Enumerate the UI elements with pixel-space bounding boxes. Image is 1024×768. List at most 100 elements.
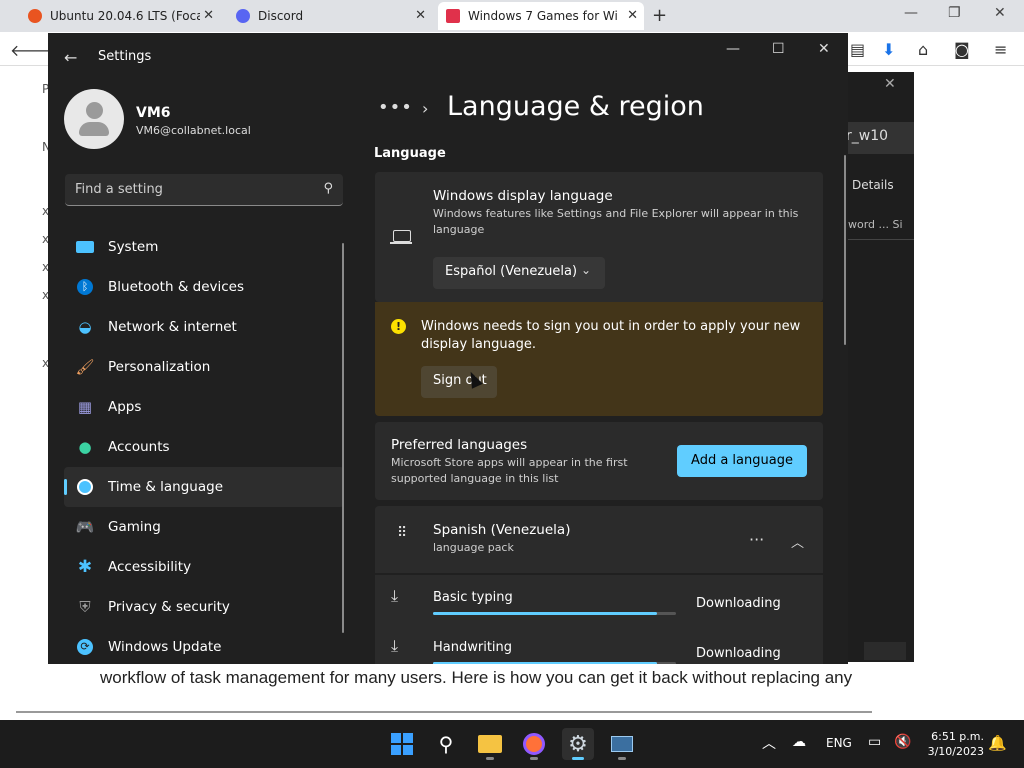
home-icon[interactable]: ⌂ (918, 40, 928, 59)
file-explorer-button[interactable] (474, 728, 506, 760)
view-toggle[interactable] (864, 642, 906, 660)
globe-clock-icon (74, 478, 96, 496)
close-icon[interactable]: ✕ (203, 8, 214, 23)
browser-tab-ubuntu[interactable]: Ubuntu 20.04.6 LTS (Focal Fo ✕ (20, 2, 220, 30)
page-title: Language & region (447, 91, 704, 122)
minimize-icon[interactable]: — (904, 5, 918, 21)
browser-tab-discord[interactable]: Discord ✕ (228, 2, 432, 30)
search-button[interactable]: ⚲ (430, 728, 462, 760)
discord-icon (236, 9, 250, 23)
clock-date: 3/10/2023 (927, 745, 984, 758)
horizontal-scrollbar[interactable] (16, 711, 872, 713)
nav-label: Personalization (108, 359, 211, 375)
clock-time: 6:51 p.m. (931, 730, 984, 743)
content-scrollbar[interactable] (844, 155, 846, 345)
ubuntu-icon (28, 9, 42, 23)
feature-row-basic-typing: ⤓ Basic typing Downloading (375, 576, 823, 626)
nav-item-network[interactable]: ◒ Network & internet (64, 307, 344, 347)
running-indicator (486, 757, 494, 760)
cloud-icon[interactable]: ☁ (792, 734, 806, 750)
brush-icon: 🖌 (75, 358, 95, 376)
dropdown-value: Español (Venezuela) (445, 264, 578, 279)
notification-bell-icon[interactable]: 🔔 (988, 734, 1007, 752)
search-box[interactable]: ⚲ (65, 174, 343, 206)
close-icon[interactable]: ✕ (884, 76, 896, 92)
volume-muted-icon[interactable]: 🔇 (894, 734, 911, 750)
feature-row-handwriting: ⤓ Handwriting Downloading (375, 626, 823, 664)
nav-item-system[interactable]: System (64, 227, 344, 267)
breadcrumb-more[interactable]: ••• (378, 97, 413, 118)
browser-tab-windows-games[interactable]: Windows 7 Games for Wind ✕ (438, 2, 644, 30)
progress-bar (433, 612, 676, 615)
display-language-card: Windows display language Windows feature… (375, 172, 823, 302)
settings-taskbar-button[interactable]: ⚙ (562, 728, 594, 760)
back-arrow-icon[interactable]: 🡐 (10, 40, 53, 60)
close-icon[interactable]: ✕ (415, 8, 426, 23)
nav-scrollbar[interactable] (342, 243, 344, 633)
nav-label: Accounts (108, 439, 170, 455)
maximize-icon[interactable]: ☐ (772, 41, 785, 57)
nav-item-privacy[interactable]: ⛨ Privacy & security (64, 587, 344, 627)
start-button[interactable] (386, 728, 418, 760)
wifi-icon: ◒ (78, 318, 92, 336)
site-icon (446, 9, 460, 23)
nav-label: Accessibility (108, 559, 192, 575)
display-language-title: Windows display language (433, 188, 613, 204)
menu-icon[interactable]: ≡ (994, 40, 1007, 59)
nav-label: Time & language (108, 479, 224, 495)
nav-label: Gaming (108, 519, 161, 535)
nav-item-bluetooth[interactable]: ᛒ Bluetooth & devices (64, 267, 344, 307)
nav-label: Network & internet (108, 319, 237, 335)
nav-item-accounts[interactable]: ● Accounts (64, 427, 344, 467)
search-input[interactable] (65, 174, 305, 204)
feature-name: Handwriting (433, 640, 513, 655)
divider (375, 573, 823, 575)
sign-out-button[interactable]: Sign out (421, 366, 497, 398)
download-icon: ⤓ (391, 586, 399, 605)
firefox-button[interactable] (518, 728, 550, 760)
progress-bar (433, 662, 676, 664)
nav-item-windows-update[interactable]: ⟳ Windows Update (64, 627, 344, 664)
close-icon[interactable]: ✕ (627, 8, 638, 23)
task-manager-button[interactable] (606, 728, 638, 760)
reader-icon[interactable]: ▤ (850, 40, 865, 59)
nav-item-apps[interactable]: ▦ Apps (64, 387, 344, 427)
section-label: Language (374, 146, 446, 161)
nav-item-personalization[interactable]: 🖌 Personalization (64, 347, 344, 387)
avatar-head (86, 102, 103, 119)
nav-label: System (108, 239, 159, 255)
windows-logo-icon (391, 733, 413, 755)
nav-item-gaming[interactable]: 🎮 Gaming (64, 507, 344, 547)
more-options-icon[interactable]: ··· (749, 530, 764, 549)
chevron-up-icon[interactable]: ︿ (791, 532, 804, 551)
restore-icon[interactable]: ❐ (948, 5, 961, 21)
avatar[interactable] (64, 89, 124, 149)
display-language-dropdown[interactable]: Español (Venezuela) ⌄ (433, 257, 605, 289)
language-item-card: ⠿ Spanish (Venezuela) language pack ··· … (375, 506, 823, 664)
minimize-icon[interactable]: — (726, 41, 740, 57)
add-language-button[interactable]: Add a language (677, 445, 807, 477)
tab-title: Windows 7 Games for Wind (468, 9, 618, 23)
input-language[interactable]: ENG (826, 736, 852, 750)
close-icon[interactable]: ✕ (818, 41, 830, 57)
nav-item-time-language[interactable]: Time & language (64, 467, 344, 507)
search-icon[interactable]: ⚲ (323, 181, 333, 196)
clock[interactable]: 6:51 p.m. 3/10/2023 (918, 729, 984, 759)
network-icon[interactable]: ▭ (868, 734, 881, 750)
preferred-languages-title: Preferred languages (391, 437, 528, 453)
pocket-icon[interactable]: ◙ (954, 40, 970, 59)
sync-icon: ⟳ (74, 638, 96, 656)
chart-icon (611, 736, 633, 752)
chevron-up-icon[interactable]: ︿ (762, 733, 776, 753)
avatar-body (79, 122, 109, 136)
download-icon[interactable]: ⬇ (882, 40, 895, 59)
close-icon[interactable]: ✕ (994, 5, 1006, 21)
back-arrow-icon[interactable]: ← (64, 48, 77, 67)
taskbar: ⚲ ⚙ ︿ ☁ ENG ▭ 🔇 6:51 p.m. 3/10/2023 🔔 (0, 720, 1024, 768)
settings-nav: System ᛒ Bluetooth & devices ◒ Network &… (64, 227, 344, 664)
drag-handle-icon[interactable]: ⠿ (397, 526, 407, 540)
sign-out-warning: ! Windows needs to sign you out in order… (375, 302, 823, 416)
new-tab-icon[interactable]: + (652, 5, 667, 26)
nav-item-accessibility[interactable]: ✱ Accessibility (64, 547, 344, 587)
details-tab[interactable]: Details (852, 178, 894, 192)
